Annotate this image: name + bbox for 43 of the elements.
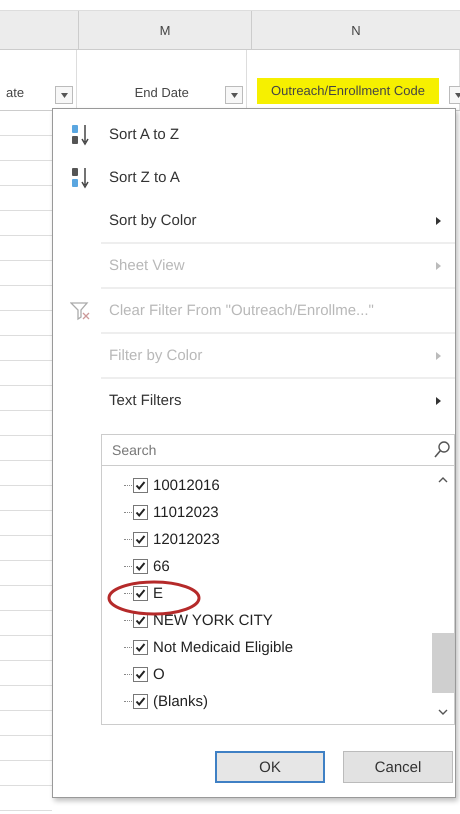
filter-dropdown-button[interactable] (225, 86, 243, 104)
value-label[interactable]: O (153, 666, 165, 683)
checkbox[interactable] (133, 478, 148, 493)
submenu-arrow-icon (436, 396, 441, 404)
checkbox[interactable] (133, 505, 148, 520)
checkbox[interactable] (133, 640, 148, 655)
search-icon (434, 441, 450, 459)
header-cell-text: End Date (134, 84, 189, 102)
value-label[interactable]: 11012023 (153, 504, 219, 521)
value-label[interactable]: 12012023 (153, 531, 220, 548)
scroll-up-icon[interactable] (438, 476, 448, 483)
checkbox[interactable] (133, 559, 148, 574)
checkbox[interactable] (133, 586, 148, 601)
dialog-button[interactable]: Cancel (343, 751, 453, 783)
value-label[interactable]: NEW YORK CITY (153, 612, 273, 629)
submenu-arrow-icon (436, 216, 441, 224)
dropdown-arrow-icon (60, 92, 68, 98)
column-header[interactable]: M (160, 22, 170, 38)
submenu-arrow-icon (436, 352, 441, 360)
value-label[interactable]: E (153, 585, 164, 602)
clear-filter-icon (70, 300, 92, 320)
dialog-button[interactable]: OK (215, 751, 325, 783)
scroll-down-icon[interactable] (438, 709, 448, 716)
search-box[interactable]: Search (101, 434, 455, 466)
checkbox[interactable] (133, 694, 148, 709)
submenu-arrow-icon (436, 262, 441, 270)
menu-item[interactable]: Sort A to Z (53, 113, 455, 156)
menu-item[interactable]: Text Filters (53, 379, 455, 422)
dropdown-arrow-icon (454, 92, 460, 98)
checkbox[interactable] (133, 532, 148, 547)
value-label[interactable]: (Blanks) (153, 693, 208, 710)
header-cell-text: ate (6, 84, 24, 102)
search-field[interactable]: Search (110, 441, 434, 459)
header-cell: Outreach/Enrollment Code (257, 78, 439, 104)
menu-item[interactable]: Sort Z to A (53, 156, 455, 199)
dropdown-arrow-icon (230, 92, 238, 98)
value-label[interactable]: 10012016 (153, 477, 220, 494)
value-label[interactable]: Not Medicaid Eligible (153, 639, 294, 656)
column-header[interactable]: N (351, 22, 361, 38)
checkbox[interactable] (133, 667, 148, 682)
value-label[interactable]: 66 (153, 558, 170, 575)
filter-dropdown-button[interactable] (55, 86, 74, 104)
menu-item[interactable]: Sort by Color (101, 199, 455, 244)
